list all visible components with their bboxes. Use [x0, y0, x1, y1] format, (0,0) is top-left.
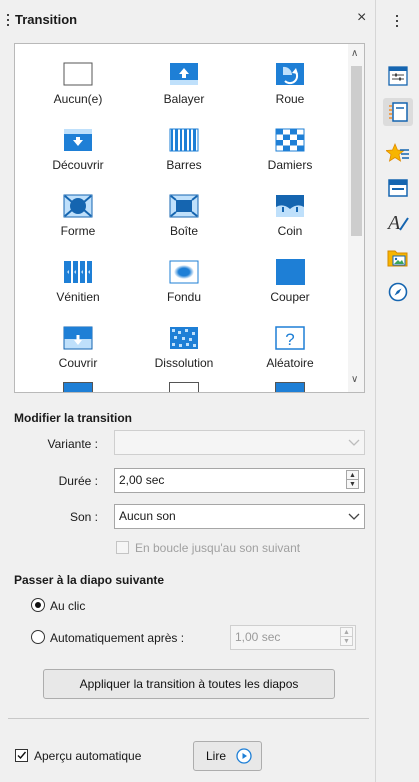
transition-item-cover[interactable]: Couvrir	[25, 314, 131, 376]
properties-icon[interactable]	[386, 64, 410, 88]
transition-item-random[interactable]: ? Aléatoire	[237, 314, 343, 376]
auto-advance-label: Automatiquement après :	[50, 631, 185, 645]
play-icon	[236, 748, 252, 764]
transition-label: Dissolution	[154, 356, 214, 370]
corner-transition-icon	[276, 195, 304, 217]
panel-titlebar: Transition ×	[0, 0, 376, 42]
transition-label: Damiers	[267, 158, 313, 172]
transition-label: Forme	[60, 224, 96, 238]
transition-gallery[interactable]: Aucun(e) Balayer Roue Découvrir Barres D…	[14, 43, 365, 393]
loop-label: En boucle jusqu'au son suivant	[135, 541, 301, 555]
transition-label: Balayer	[163, 92, 205, 106]
transition-item-none[interactable]: Aucun(e)	[25, 50, 131, 112]
styles-icon[interactable]: A	[386, 210, 410, 234]
divider	[8, 718, 369, 719]
apply-to-all-button[interactable]: Appliquer la transition à toutes les dia…	[43, 669, 335, 699]
animation-icon[interactable]	[384, 142, 410, 166]
scrollbar-thumb[interactable]	[351, 66, 362, 236]
sound-dropdown-icon[interactable]	[344, 505, 364, 528]
transition-label: Couper	[270, 290, 310, 304]
decrease-icon[interactable]: ▼	[347, 480, 358, 489]
duration-stepper[interactable]: ▲ ▼	[346, 470, 359, 489]
drag-grip-icon[interactable]	[7, 14, 10, 28]
transition-item-venetian[interactable]: Vénitien	[25, 248, 131, 310]
gallery-scrollbar[interactable]: ∧ ∨	[348, 44, 364, 392]
uncover-transition-icon	[64, 129, 92, 151]
cut-transition-icon	[276, 259, 305, 285]
random-transition-icon: ?	[275, 326, 305, 350]
wipe-transition-icon	[170, 63, 198, 85]
auto-advance-field[interactable]: 1,00 sec	[230, 625, 356, 650]
transition-label: Couvrir	[58, 356, 98, 370]
transition-item-shape[interactable]: Forme	[25, 182, 131, 244]
transition-item-fade[interactable]: Fondu	[131, 248, 237, 310]
transition-item-checkers[interactable]: Damiers	[237, 116, 343, 178]
bars-transition-icon	[169, 128, 199, 152]
none-transition-icon	[63, 62, 93, 86]
duration-label: Durée :	[58, 474, 98, 488]
venetian-transition-icon	[64, 261, 92, 283]
play-label: Lire	[206, 749, 227, 763]
shape-transition-icon	[63, 194, 93, 218]
decrease-icon[interactable]: ▼	[341, 637, 352, 646]
transition-label: Découvrir	[52, 158, 104, 172]
transition-item-wipe[interactable]: Balayer	[131, 50, 237, 112]
variant-label: Variante :	[47, 437, 98, 451]
gallery-icon[interactable]	[386, 246, 410, 270]
on-click-label: Au clic	[50, 599, 86, 613]
fade-transition-icon	[169, 260, 199, 284]
dissolve-transition-icon	[170, 327, 198, 349]
auto-preview-label: Aperçu automatique	[34, 749, 142, 763]
sound-select[interactable]: Aucun son	[114, 504, 365, 529]
advance-section-title: Passer à la diapo suivante	[14, 573, 165, 587]
sidebar-menu-icon[interactable]	[396, 15, 398, 30]
auto-preview-checkbox[interactable]	[15, 749, 28, 762]
variant-dropdown-icon[interactable]	[344, 431, 364, 454]
transition-item-bars[interactable]: Barres	[131, 116, 237, 178]
transition-item-corner[interactable]: Coin	[237, 182, 343, 244]
svg-text:?: ?	[285, 330, 294, 349]
navigator-icon[interactable]	[386, 280, 410, 304]
svg-text:A: A	[386, 212, 401, 234]
increase-icon[interactable]: ▲	[347, 471, 358, 480]
transition-label: Fondu	[166, 290, 202, 304]
transition-panel: Transition × Aucun(e) Balayer Roue Décou…	[0, 0, 376, 782]
auto-advance-radio[interactable]	[31, 630, 45, 644]
transition-item-dissolve[interactable]: Dissolution	[131, 314, 237, 376]
transition-label: Vénitien	[56, 290, 100, 304]
transition-label: Aucun(e)	[53, 92, 103, 106]
transition-label: Roue	[275, 92, 305, 106]
auto-advance-stepper[interactable]: ▲ ▼	[340, 627, 353, 646]
transition-label: Boîte	[169, 224, 199, 238]
transition-item-uncover[interactable]: Découvrir	[25, 116, 131, 178]
scroll-up-icon[interactable]: ∧	[351, 48, 358, 59]
wheel-transition-icon	[276, 63, 304, 85]
cover-transition-icon	[63, 326, 93, 350]
duration-field[interactable]: 2,00 sec	[114, 468, 365, 493]
sidebar-tabbar: A	[377, 0, 419, 782]
panel-title: Transition	[15, 12, 78, 27]
sound-label: Son :	[69, 510, 98, 524]
increase-icon[interactable]: ▲	[341, 628, 352, 637]
slide-transition-icon[interactable]	[383, 98, 413, 126]
loop-checkbox[interactable]	[116, 541, 129, 554]
checkers-transition-icon	[275, 128, 305, 152]
transition-label: Barres	[166, 158, 202, 172]
transition-item-box[interactable]: Boîte	[131, 182, 237, 244]
modify-section-title: Modifier la transition	[14, 411, 133, 425]
scroll-down-icon[interactable]: ∨	[351, 374, 358, 385]
box-transition-icon	[169, 194, 199, 218]
close-panel-button[interactable]: ×	[357, 9, 366, 27]
on-click-radio[interactable]	[31, 598, 45, 612]
play-button[interactable]: Lire	[193, 741, 262, 771]
transition-label: Coin	[277, 224, 303, 238]
transition-item-cut[interactable]: Couper	[237, 248, 343, 310]
transition-item-wheel[interactable]: Roue	[237, 50, 343, 112]
master-slides-icon[interactable]	[386, 176, 410, 200]
variant-select[interactable]	[114, 430, 365, 455]
transition-label: Aléatoire	[266, 356, 314, 370]
